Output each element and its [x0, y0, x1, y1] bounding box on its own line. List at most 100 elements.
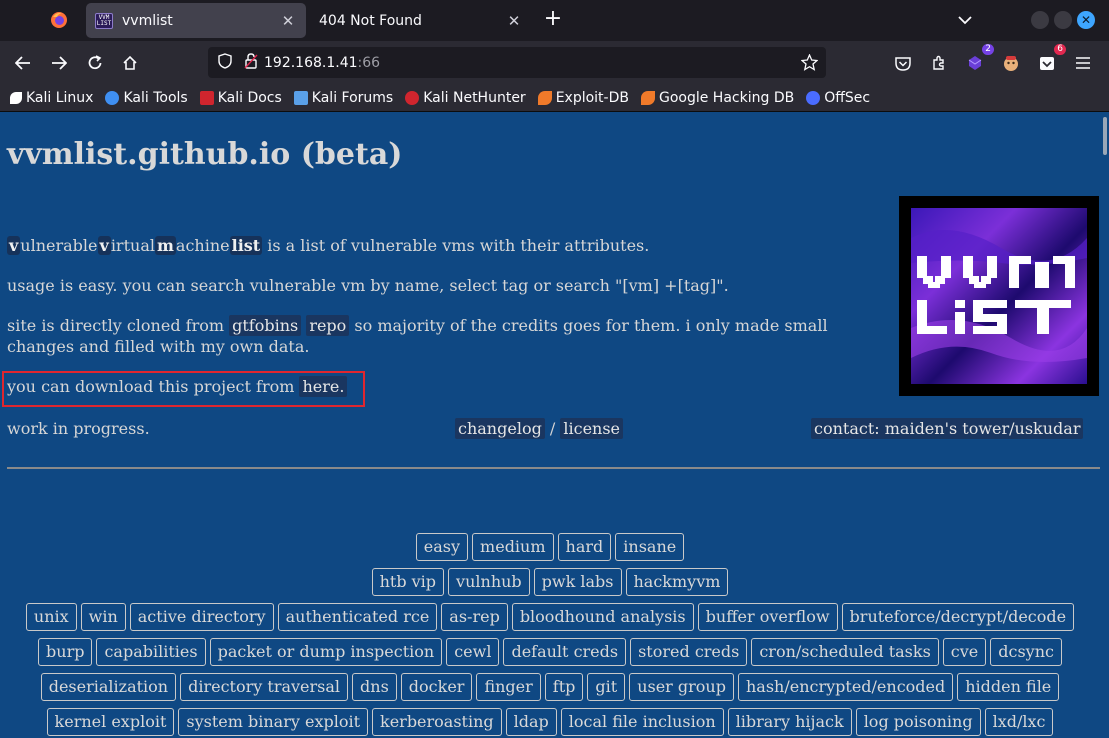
hamburger-menu-icon[interactable] — [1070, 50, 1096, 76]
kali-tools-icon — [105, 90, 120, 105]
tag-button[interactable]: dns — [352, 673, 397, 701]
tag-button[interactable]: library hijack — [727, 708, 852, 736]
extension-3-icon[interactable]: 6 — [1034, 44, 1066, 76]
bookmark-kali-docs[interactable]: Kali Docs — [199, 89, 282, 106]
page-scrollbar[interactable] — [1100, 113, 1109, 738]
new-tab-button[interactable]: + — [540, 8, 566, 32]
bookmark-kali-linux[interactable]: Kali Linux — [10, 90, 93, 106]
tag-button[interactable]: lxd/lxc — [984, 708, 1054, 736]
bookmark-offsec[interactable]: OffSec — [806, 90, 870, 106]
kali-dragon-icon — [10, 91, 22, 104]
tag-button[interactable]: git — [587, 673, 626, 701]
tag-button[interactable]: as-rep — [441, 603, 508, 631]
tag-button[interactable]: kernel exploit — [46, 708, 175, 736]
contact-link[interactable]: contact: maiden's tower/uskudar — [811, 418, 1084, 439]
close-tab-icon[interactable]: ✕ — [502, 9, 526, 33]
url-port: :66 — [357, 54, 381, 71]
maximize-button[interactable] — [1054, 11, 1072, 29]
tag-button[interactable]: bruteforce/decrypt/decode — [841, 603, 1075, 631]
ghdb-icon — [640, 90, 655, 105]
bookmark-label: Kali NetHunter — [423, 89, 526, 106]
kali-forums-icon — [293, 90, 308, 105]
tag-button[interactable]: cron/scheduled tasks — [751, 638, 939, 666]
kali-nethunter-icon — [405, 90, 420, 105]
tag-button[interactable]: local file inclusion — [560, 708, 724, 736]
tag-button[interactable]: easy — [415, 533, 469, 561]
tag-button[interactable]: stored creds — [630, 638, 748, 666]
tag-button[interactable]: win — [80, 603, 126, 631]
bookmark-kali-tools[interactable]: Kali Tools — [105, 90, 188, 106]
close-window-button[interactable]: ✕ — [1077, 11, 1095, 29]
forward-arrow-icon[interactable] — [46, 50, 72, 76]
extensions-puzzle-icon[interactable] — [926, 50, 952, 76]
changelog-link[interactable]: changelog — [455, 418, 545, 439]
tag-button[interactable]: cve — [942, 638, 987, 666]
tag-button[interactable]: log poisoning — [855, 708, 981, 736]
bookmark-google-hacking-db[interactable]: Google Hacking DB — [640, 90, 794, 106]
tag-button[interactable]: medium — [472, 533, 554, 561]
minimize-button[interactable] — [1031, 11, 1049, 29]
tab-title: vvmlist — [122, 12, 173, 29]
extension-1-icon[interactable]: 2 — [962, 44, 994, 76]
tag-button[interactable]: user group — [629, 673, 734, 701]
tag-button[interactable]: unix — [25, 603, 77, 631]
tag-button[interactable]: vulnhub — [448, 568, 530, 596]
tag-button[interactable]: buffer overflow — [697, 603, 838, 631]
tab-title: 404 Not Found — [319, 12, 422, 29]
tag-button[interactable]: capabilities — [96, 638, 206, 666]
tag-button[interactable]: hash/encrypted/encoded — [737, 673, 954, 701]
tag-button[interactable]: packet or dump inspection — [209, 638, 443, 666]
tag-button[interactable]: insane — [615, 533, 685, 561]
bookmark-exploit-db[interactable]: Exploit-DB — [537, 90, 629, 106]
url-text[interactable]: 192.168.1.41:66 — [264, 55, 380, 71]
pocket-icon[interactable] — [890, 50, 916, 76]
firefox-menu-icon[interactable] — [44, 8, 74, 32]
intro-text-2: irtual — [110, 236, 155, 255]
tag-button[interactable]: finger — [476, 673, 541, 701]
bookmark-label: Kali Docs — [217, 89, 282, 106]
tag-button[interactable]: pwk labs — [533, 568, 622, 596]
tag-button[interactable]: authenticated rce — [277, 603, 438, 631]
bookmark-kali-nethunter[interactable]: Kali NetHunter — [405, 89, 526, 106]
tag-button[interactable]: deserialization — [40, 673, 177, 701]
work-in-progress-text: work in progress. — [7, 419, 150, 438]
tag-button[interactable]: default creds — [503, 638, 627, 666]
extension-2-icon[interactable] — [998, 50, 1024, 76]
cloned-pre: site is directly cloned from — [7, 316, 230, 335]
tag-button[interactable]: htb vip — [371, 568, 445, 596]
url-host: 192.168.1.41 — [264, 54, 358, 71]
intro-m: m — [154, 236, 176, 255]
tag-button[interactable]: system binary exploit — [178, 708, 368, 736]
home-icon[interactable] — [117, 50, 143, 76]
close-tab-icon[interactable]: ✕ — [276, 9, 300, 33]
back-arrow-icon[interactable] — [10, 50, 36, 76]
repo-link[interactable]: repo — [306, 315, 350, 336]
shield-icon[interactable] — [218, 52, 232, 73]
tag-button[interactable]: dcsync — [990, 638, 1062, 666]
insecure-lock-icon[interactable] — [244, 52, 258, 73]
tag-button[interactable]: hidden file — [957, 673, 1060, 701]
tag-button[interactable]: hard — [557, 533, 612, 561]
tag-row: unix win active directory authenticated rce… — [0, 603, 1100, 631]
bookmark-star-icon[interactable] — [800, 53, 819, 75]
bookmark-label: Kali Forums — [311, 89, 394, 106]
list-all-tabs-chevron-icon[interactable] — [952, 9, 978, 31]
scrollbar-thumb[interactable] — [1103, 117, 1107, 155]
url-bar[interactable]: 192.168.1.41:66 — [208, 47, 826, 78]
license-link[interactable]: license — [560, 418, 624, 439]
tab-vvmlist[interactable]: VVM LIST vvmlist ✕ — [86, 3, 306, 38]
reload-icon[interactable] — [82, 50, 108, 76]
tag-button[interactable]: kerberoasting — [372, 708, 502, 736]
tag-button[interactable]: hackmyvm — [625, 568, 729, 596]
tag-button[interactable]: bloodhound analysis — [511, 603, 694, 631]
tag-button[interactable]: docker — [400, 673, 473, 701]
tab-404[interactable]: 404 Not Found ✕ — [306, 3, 532, 38]
tag-button[interactable]: ftp — [544, 673, 584, 701]
tag-button[interactable]: burp — [38, 638, 93, 666]
bookmark-kali-forums[interactable]: Kali Forums — [293, 89, 394, 106]
tag-button[interactable]: ldap — [505, 708, 557, 736]
tag-button[interactable]: directory traversal — [180, 673, 349, 701]
tag-button[interactable]: active directory — [129, 603, 274, 631]
gtfobins-link[interactable]: gtfobins — [229, 315, 302, 336]
tag-button[interactable]: cewl — [446, 638, 500, 666]
